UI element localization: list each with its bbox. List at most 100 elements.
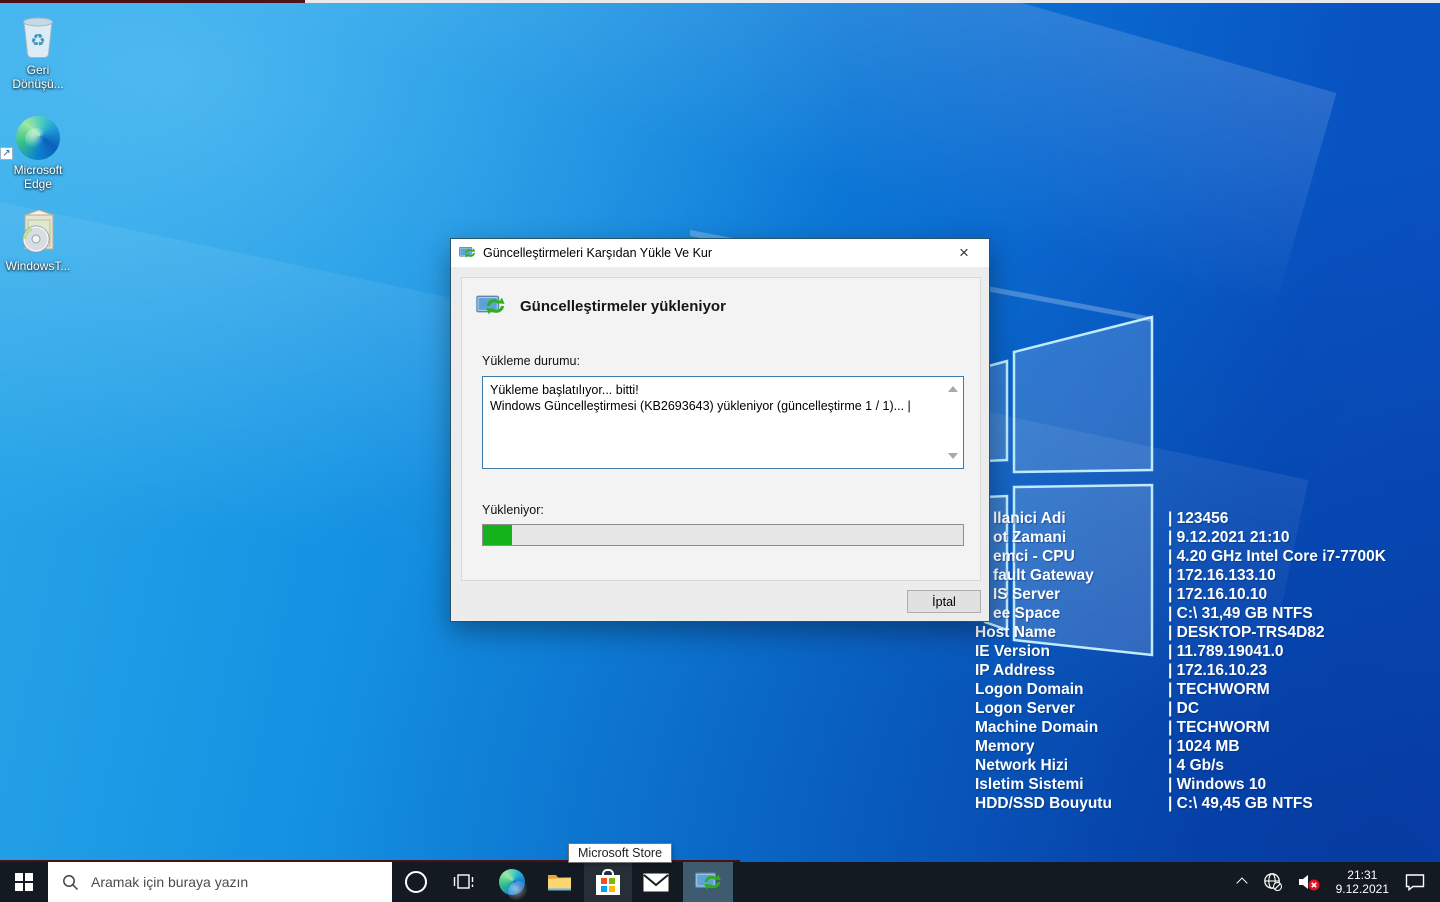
store-icon bbox=[595, 869, 621, 895]
file-explorer-button[interactable] bbox=[536, 862, 584, 902]
bginfo-label: IE Version bbox=[975, 642, 1168, 661]
bginfo-row: Host Name| DESKTOP-TRS4D82 bbox=[975, 623, 1386, 642]
bginfo-label: emci - CPU bbox=[975, 547, 1168, 566]
dialog-titlebar[interactable]: Güncelleştirmeleri Karşıdan Yükle Ve Kur… bbox=[451, 239, 989, 267]
bginfo-value: | 4.20 GHz Intel Core i7-7700K bbox=[1168, 547, 1386, 566]
desktop-icon-label: Microsoft Edge bbox=[0, 163, 76, 191]
update-dialog: Güncelleştirmeleri Karşıdan Yükle Ve Kur… bbox=[450, 238, 990, 622]
bginfo-value: | 9.12.2021 21:10 bbox=[1168, 528, 1290, 547]
system-tray: 21:31 9.12.2021 bbox=[1230, 862, 1440, 902]
bginfo-row: Memory| 1024 MB bbox=[975, 737, 1386, 756]
bginfo-row: fault Gateway| 172.16.133.10 bbox=[975, 566, 1386, 585]
bginfo-label: Logon Server bbox=[975, 699, 1168, 718]
updater-icon bbox=[476, 294, 506, 318]
bginfo-label: IS Server bbox=[975, 585, 1168, 604]
desktop-icon-label: WindowsT... bbox=[0, 259, 76, 273]
bginfo-row: Logon Server| DC bbox=[975, 699, 1386, 718]
bginfo-value: | 4 Gb/s bbox=[1168, 756, 1224, 775]
svg-text:♻: ♻ bbox=[30, 31, 45, 50]
file-explorer-icon bbox=[547, 871, 573, 893]
status-line: Windows Güncelleştirmesi (KB2693643) yük… bbox=[490, 398, 945, 414]
top-edge-artifact-light bbox=[305, 0, 1440, 3]
volume-tray-button[interactable] bbox=[1290, 862, 1328, 902]
close-icon[interactable]: × bbox=[947, 240, 981, 266]
updater-app-icon bbox=[459, 246, 476, 260]
top-edge-artifact-dark bbox=[0, 0, 305, 3]
bginfo-panel: llanici Adi| 123456ot Zamani| 9.12.2021 … bbox=[975, 509, 1386, 813]
bginfo-value: | 172.16.133.10 bbox=[1168, 566, 1276, 585]
volume-muted-icon bbox=[1297, 872, 1321, 892]
tray-time: 21:31 bbox=[1336, 868, 1389, 882]
bginfo-row: Network Hizi| 4 Gb/s bbox=[975, 756, 1386, 775]
dialog-content-panel: Güncelleştirmeler yükleniyor Yükleme dur… bbox=[461, 277, 981, 581]
bginfo-row: HDD/SSD Bouyutu| C:\ 49,45 GB NTFS bbox=[975, 794, 1386, 813]
bginfo-value: | 172.16.10.10 bbox=[1168, 585, 1267, 604]
bginfo-row: IE Version| 11.789.19041.0 bbox=[975, 642, 1386, 661]
shortcut-arrow-icon: ↗ bbox=[0, 147, 13, 160]
updater-app-icon bbox=[695, 871, 722, 893]
installer-box-icon bbox=[0, 208, 76, 256]
desktop-icon-edge[interactable]: ↗ Microsoft Edge bbox=[0, 112, 76, 191]
recycle-bin-icon: ♻ bbox=[0, 12, 76, 60]
status-line: Yükleme başlatılıyor... bitti! bbox=[490, 382, 945, 398]
task-view-button[interactable] bbox=[440, 862, 488, 902]
bginfo-row: ee Space| C:\ 31,49 GB NTFS bbox=[975, 604, 1386, 623]
scroll-up-icon[interactable] bbox=[948, 386, 958, 392]
cortana-button[interactable] bbox=[392, 862, 440, 902]
clock[interactable]: 21:31 9.12.2021 bbox=[1328, 868, 1397, 896]
dialog-heading: Güncelleştirmeler yükleniyor bbox=[520, 298, 726, 315]
cancel-button[interactable]: İptal bbox=[907, 590, 981, 613]
status-log-box[interactable]: Yükleme başlatılıyor... bitti! Windows G… bbox=[482, 376, 964, 469]
bginfo-value: | Windows 10 bbox=[1168, 775, 1266, 794]
bginfo-row: Machine Domain| TECHWORM bbox=[975, 718, 1386, 737]
dialog-title: Güncelleştirmeleri Karşıdan Yükle Ve Kur bbox=[483, 246, 947, 260]
bginfo-value: | 172.16.10.23 bbox=[1168, 661, 1267, 680]
bginfo-label: HDD/SSD Bouyutu bbox=[975, 794, 1168, 813]
tray-chevron-button[interactable] bbox=[1230, 862, 1256, 902]
bginfo-label: fault Gateway bbox=[975, 566, 1168, 585]
desktop-icon-recycle-bin[interactable]: ♻ Geri Dönüşü... bbox=[0, 12, 76, 91]
bginfo-label: ee Space bbox=[975, 604, 1168, 623]
network-tray-button[interactable] bbox=[1256, 862, 1290, 902]
bginfo-value: | 1024 MB bbox=[1168, 737, 1240, 756]
search-placeholder: Aramak için buraya yazın bbox=[91, 874, 248, 890]
desktop-icon-label: Geri Dönüşü... bbox=[0, 63, 76, 91]
scroll-down-icon[interactable] bbox=[948, 453, 958, 459]
desktop: ♻ Geri Dönüşü... ↗ Microsoft Edge Window… bbox=[0, 0, 1440, 902]
search-input[interactable]: Aramak için buraya yazın bbox=[48, 862, 392, 902]
bginfo-row: IP Address| 172.16.10.23 bbox=[975, 661, 1386, 680]
action-center-button[interactable] bbox=[1397, 862, 1440, 902]
taskbar: Aramak için buraya yazın bbox=[0, 862, 1440, 902]
bginfo-label: Isletim Sistemi bbox=[975, 775, 1168, 794]
cortana-icon bbox=[405, 871, 427, 893]
mail-icon bbox=[643, 873, 669, 892]
bginfo-row: Isletim Sistemi| Windows 10 bbox=[975, 775, 1386, 794]
windows-logo-icon bbox=[15, 873, 33, 891]
action-center-icon bbox=[1404, 872, 1426, 892]
bginfo-row: ot Zamani| 9.12.2021 21:10 bbox=[975, 528, 1386, 547]
bginfo-value: | 11.789.19041.0 bbox=[1168, 642, 1284, 661]
bginfo-label: Machine Domain bbox=[975, 718, 1168, 737]
bginfo-label: Memory bbox=[975, 737, 1168, 756]
bginfo-label: Network Hizi bbox=[975, 756, 1168, 775]
edge-icon: ↗ bbox=[0, 112, 76, 160]
edge-taskbar-button[interactable] bbox=[488, 862, 536, 902]
desktop-icon-windows-toolkit[interactable]: WindowsT... bbox=[0, 208, 76, 273]
bginfo-row: IS Server| 172.16.10.10 bbox=[975, 585, 1386, 604]
bginfo-row: Logon Domain| TECHWORM bbox=[975, 680, 1386, 699]
bginfo-value: | C:\ 49,45 GB NTFS bbox=[1168, 794, 1313, 813]
bginfo-value: | C:\ 31,49 GB NTFS bbox=[1168, 604, 1313, 623]
search-icon bbox=[62, 874, 79, 891]
globe-no-internet-icon bbox=[1263, 872, 1283, 892]
updater-taskbar-button[interactable] bbox=[683, 862, 733, 902]
bginfo-row: emci - CPU| 4.20 GHz Intel Core i7-7700K bbox=[975, 547, 1386, 566]
start-button[interactable] bbox=[0, 862, 48, 902]
chevron-up-icon bbox=[1237, 876, 1249, 888]
bginfo-label: IP Address bbox=[975, 661, 1168, 680]
microsoft-store-button[interactable] bbox=[584, 862, 632, 902]
bginfo-value: | TECHWORM bbox=[1168, 680, 1270, 699]
bginfo-value: | TECHWORM bbox=[1168, 718, 1270, 737]
mail-button[interactable] bbox=[632, 862, 680, 902]
task-view-icon bbox=[452, 871, 476, 893]
bginfo-label: Logon Domain bbox=[975, 680, 1168, 699]
